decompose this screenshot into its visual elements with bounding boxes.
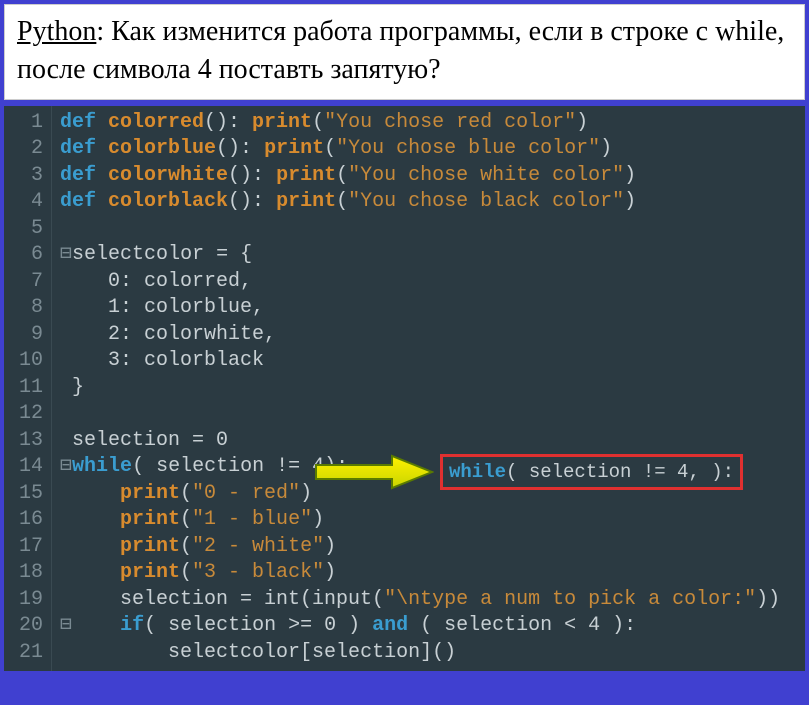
line-number: 11 [4,375,43,402]
fold-marker-icon: ⊟ [60,243,72,266]
code-line: 3: colorblack [60,348,805,375]
line-number: 10 [4,348,43,375]
line-number: 18 [4,560,43,587]
callout-code-box: while( selection != 4, ): [440,454,743,491]
line-number: 21 [4,640,43,667]
line-number: 14 [4,454,43,481]
code-line: 2: colorwhite, [60,322,805,349]
code-line: ⊟ if( selection >= 0 ) and ( selection <… [60,613,805,640]
code-line: print("1 - blue") [60,507,805,534]
code-editor: 1 2 3 4 5 6 7 8 9 10 11 12 13 14 15 16 1… [4,106,805,671]
code-line: selection = int(input("\ntype a num to p… [60,587,805,614]
line-number: 20 [4,613,43,640]
code-line: def colorred(): print("You chose red col… [60,110,805,137]
line-number: 13 [4,428,43,455]
code-line: } [60,375,805,402]
code-line [60,401,805,428]
line-number: 3 [4,163,43,190]
code-line: selection = 0 [60,428,805,455]
code-line: def colorblue(): print("You chose blue c… [60,136,805,163]
code-content: def colorred(): print("You chose red col… [52,106,805,671]
annotation-callout: while( selection != 4, ): [314,454,743,491]
code-line: print("3 - black") [60,560,805,587]
line-number: 1 [4,110,43,137]
python-label: Python [17,16,96,47]
line-number: 7 [4,269,43,296]
line-number: 2 [4,136,43,163]
arrow-right-icon [314,454,434,490]
line-number: 5 [4,216,43,243]
code-line: 0: colorred, [60,269,805,296]
code-line: selectcolor[selection]() [60,640,805,667]
line-number: 4 [4,189,43,216]
line-number: 12 [4,401,43,428]
line-number: 9 [4,322,43,349]
line-number: 16 [4,507,43,534]
line-number: 17 [4,534,43,561]
code-line: print("2 - white") [60,534,805,561]
code-line: ⊟selectcolor = { [60,242,805,269]
question-body: : Как изменится работа программы, если в… [17,16,784,85]
line-number: 15 [4,481,43,508]
fold-marker-icon: ⊟ [60,614,72,637]
code-line [60,216,805,243]
question-box: Python: Как изменится работа программы, … [4,4,805,100]
line-number: 6 [4,242,43,269]
line-number: 8 [4,295,43,322]
code-line: def colorwhite(): print("You chose white… [60,163,805,190]
fold-marker-icon: ⊟ [60,455,72,478]
code-line: 1: colorblue, [60,295,805,322]
line-number: 19 [4,587,43,614]
code-line: def colorblack(): print("You chose black… [60,189,805,216]
line-number-gutter: 1 2 3 4 5 6 7 8 9 10 11 12 13 14 15 16 1… [4,106,52,671]
question-text: Python: Как изменится работа программы, … [17,13,792,89]
